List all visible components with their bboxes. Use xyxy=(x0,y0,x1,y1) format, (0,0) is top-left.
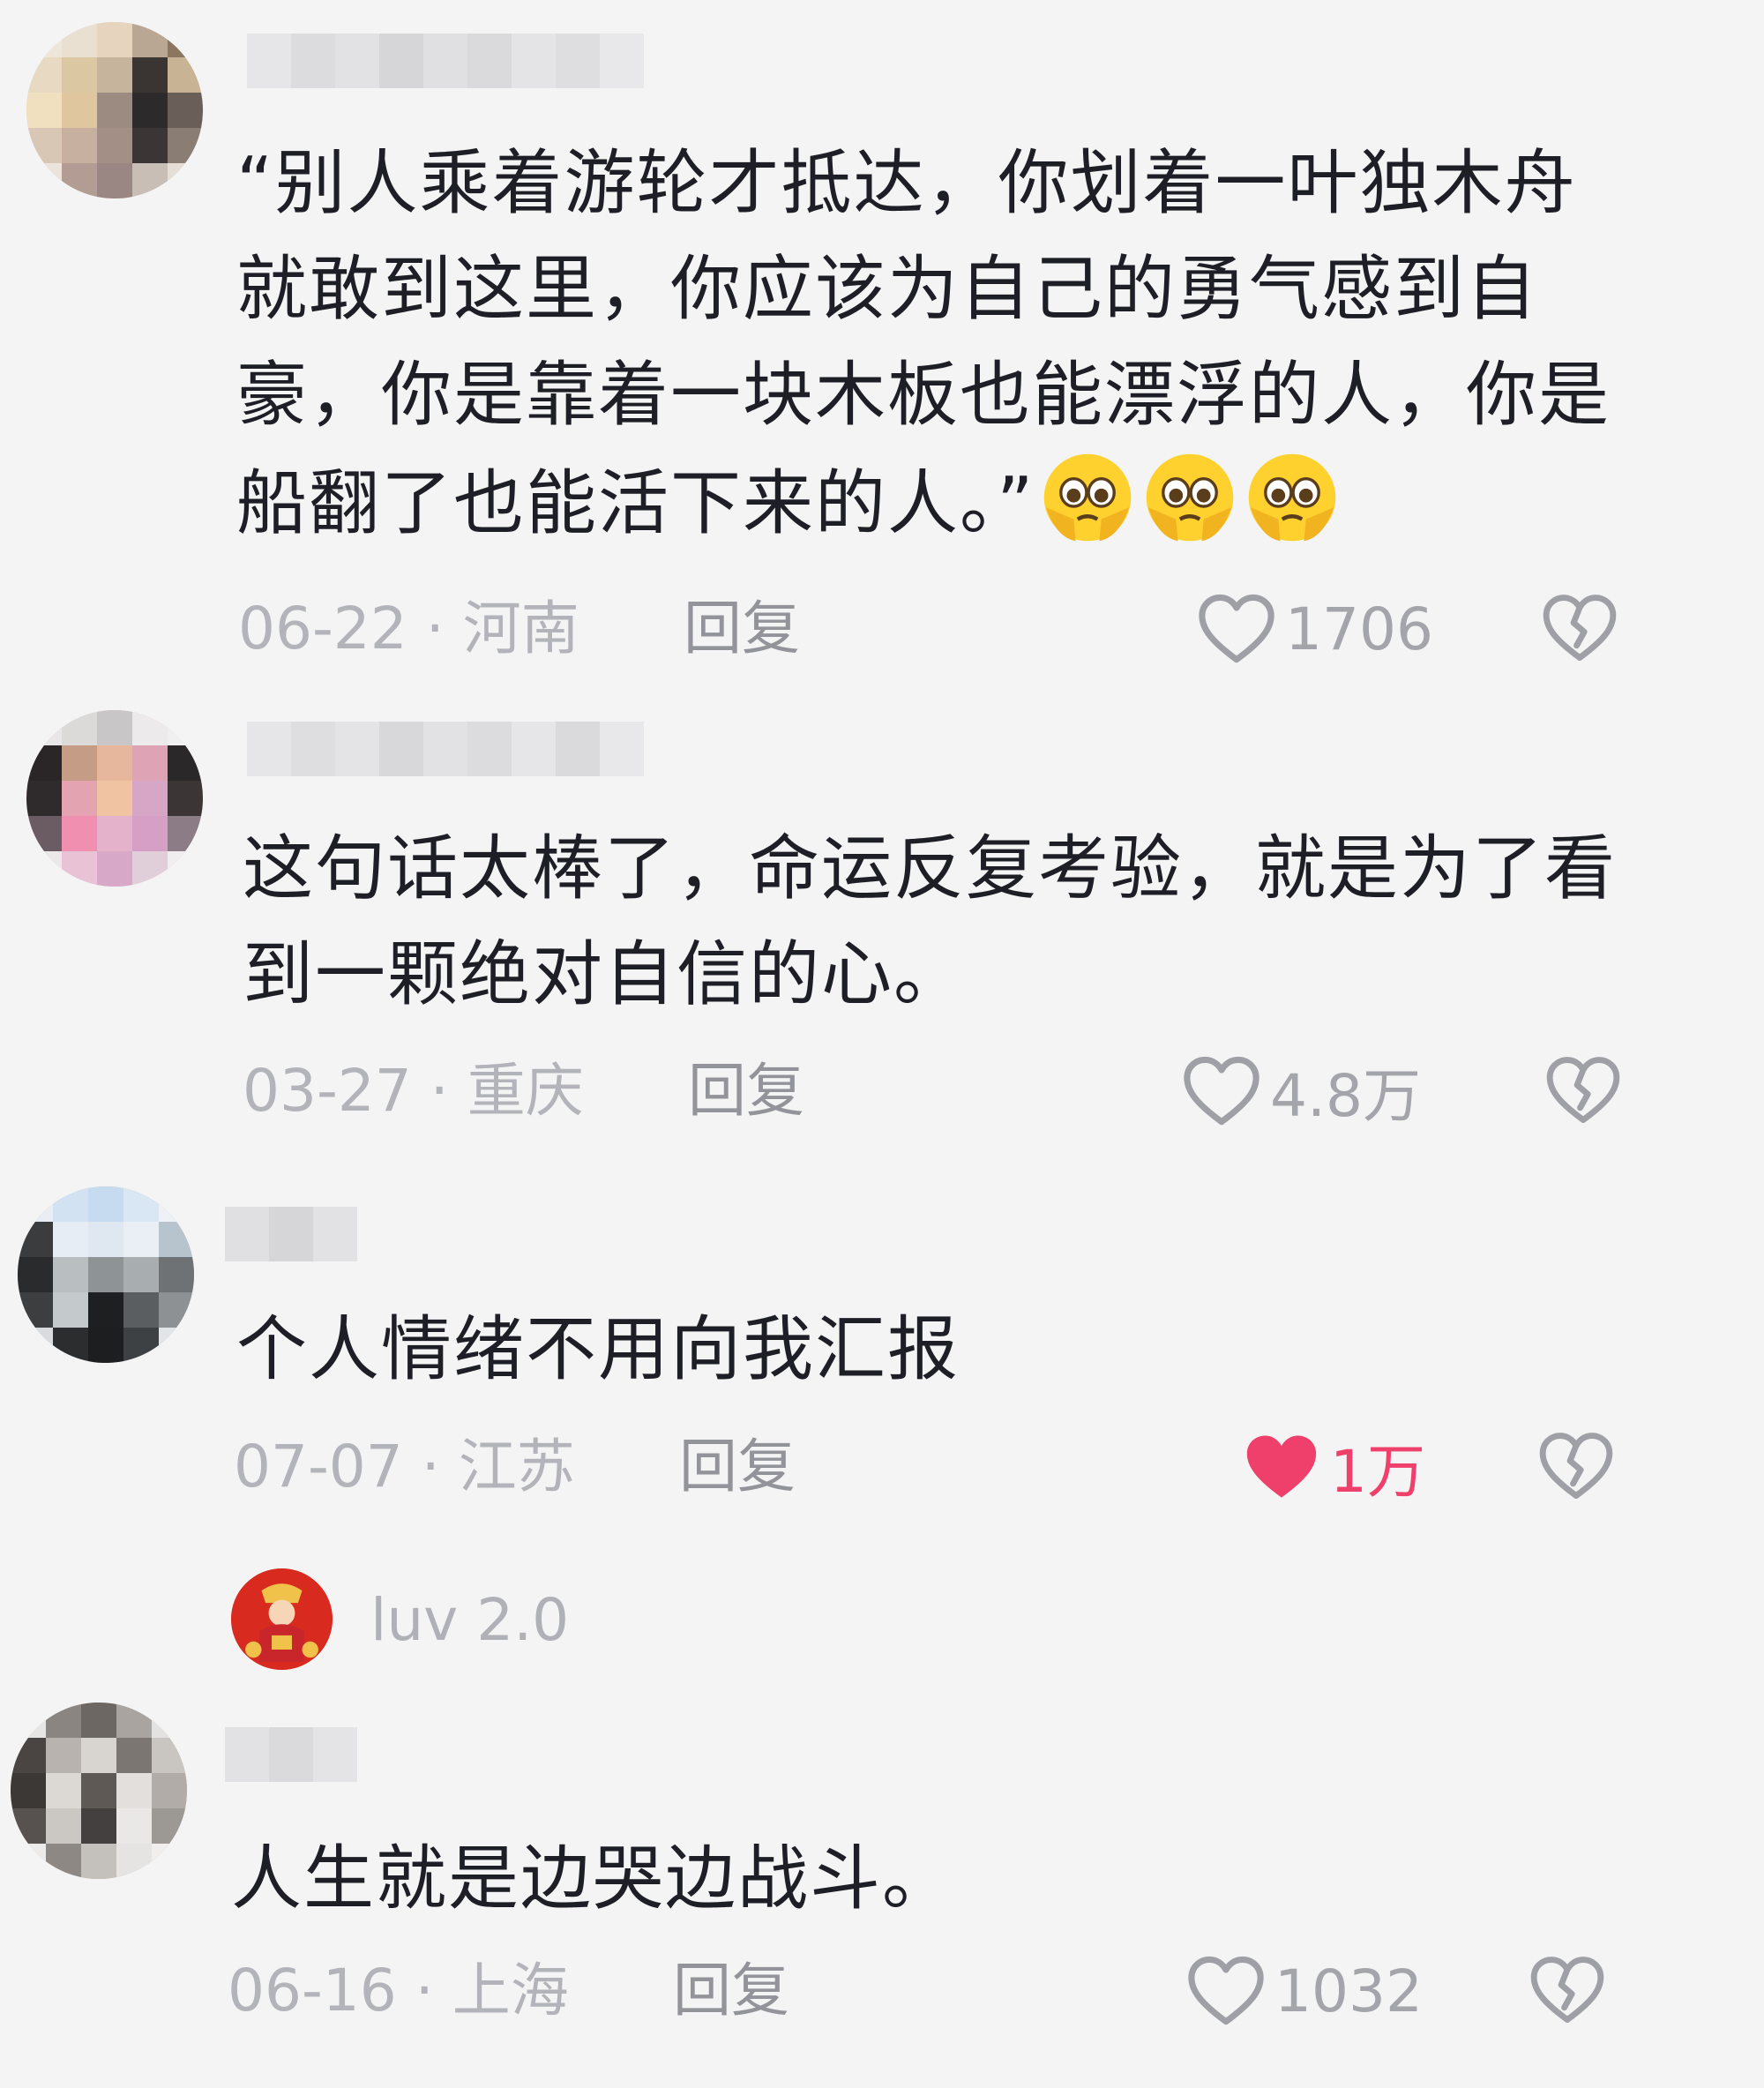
username-blurred[interactable] xyxy=(247,34,644,88)
date-location: 07-07 · 江苏 xyxy=(234,1433,575,1501)
date-location: 03-27 · 重庆 xyxy=(243,1057,584,1125)
like-count: 1万 xyxy=(1330,1438,1425,1506)
avatar[interactable] xyxy=(11,1703,187,1879)
heart-filled-icon xyxy=(1246,1435,1317,1498)
reply-button[interactable]: 回复 xyxy=(688,1051,804,1131)
avatar[interactable] xyxy=(26,22,203,198)
like-button[interactable]: 1032 xyxy=(1186,1951,1423,2031)
like-count: 1032 xyxy=(1274,1957,1423,2025)
username-blurred[interactable] xyxy=(247,722,644,776)
reply-button[interactable]: 回复 xyxy=(673,1951,789,2031)
like-button[interactable]: 4.8万 xyxy=(1182,1051,1421,1131)
avatar[interactable] xyxy=(18,1186,194,1363)
heart-outline-icon xyxy=(1188,1956,1264,2025)
comment-text-content: “别人乘着游轮才抵达，你划着一叶独木舟就敢到这里，你应该为自己的勇气感到自豪，你… xyxy=(236,142,1611,544)
reply-username[interactable]: luv 2.0 xyxy=(370,1581,569,1660)
heart-outline-icon xyxy=(1199,594,1274,663)
comment-text: 这句话太棒了，命运反复考验，就是为了看到一颗绝对自信的心。 xyxy=(243,827,1617,1015)
date-location: 06-16 · 上海 xyxy=(228,1957,569,2024)
like-button[interactable]: 1万 xyxy=(1242,1427,1425,1507)
holding-back-tears-emoji xyxy=(1147,453,1234,542)
date-location: 06-22 · 河南 xyxy=(238,595,579,662)
comment-text: 人生就是边哭边战斗。 xyxy=(231,1837,954,1920)
like-count: 1706 xyxy=(1285,595,1433,663)
reply-button[interactable]: 回复 xyxy=(679,1427,796,1507)
comment-meta: 06-22 · 河南 回复 xyxy=(238,589,1649,669)
heart-outline-icon xyxy=(1184,1056,1259,1126)
comment-meta: 03-27 · 重庆 回复 xyxy=(243,1051,1654,1131)
god-of-wealth-icon xyxy=(231,1568,333,1670)
comment-text: 个人情绪不用向我汇报 xyxy=(236,1308,960,1390)
broken-heart-icon[interactable] xyxy=(1542,593,1618,663)
username-blurred[interactable] xyxy=(225,1727,357,1782)
reply-button[interactable]: 回复 xyxy=(684,589,800,669)
broken-heart-icon[interactable] xyxy=(1545,1055,1621,1126)
reply-preview[interactable]: luv 2.0 xyxy=(231,1568,848,1674)
like-count: 4.8万 xyxy=(1270,1062,1421,1130)
comment-meta: 06-16 · 上海 回复 xyxy=(228,1951,1639,2031)
comment-text: “别人乘着游轮才抵达，你划着一叶独木舟就敢到这里，你应该为自己的勇气感到自豪，你… xyxy=(236,131,1612,557)
username-blurred[interactable] xyxy=(225,1207,357,1261)
holding-back-tears-emoji xyxy=(1249,453,1336,542)
broken-heart-icon[interactable] xyxy=(1529,1955,1605,2025)
reply-avatar[interactable] xyxy=(231,1568,333,1670)
broken-heart-icon[interactable] xyxy=(1538,1431,1614,1501)
comment-meta: 07-07 · 江苏 回复 xyxy=(234,1427,1645,1507)
avatar[interactable] xyxy=(26,710,203,887)
holding-back-tears-emoji xyxy=(1044,453,1132,542)
like-button[interactable]: 1706 xyxy=(1197,589,1433,669)
